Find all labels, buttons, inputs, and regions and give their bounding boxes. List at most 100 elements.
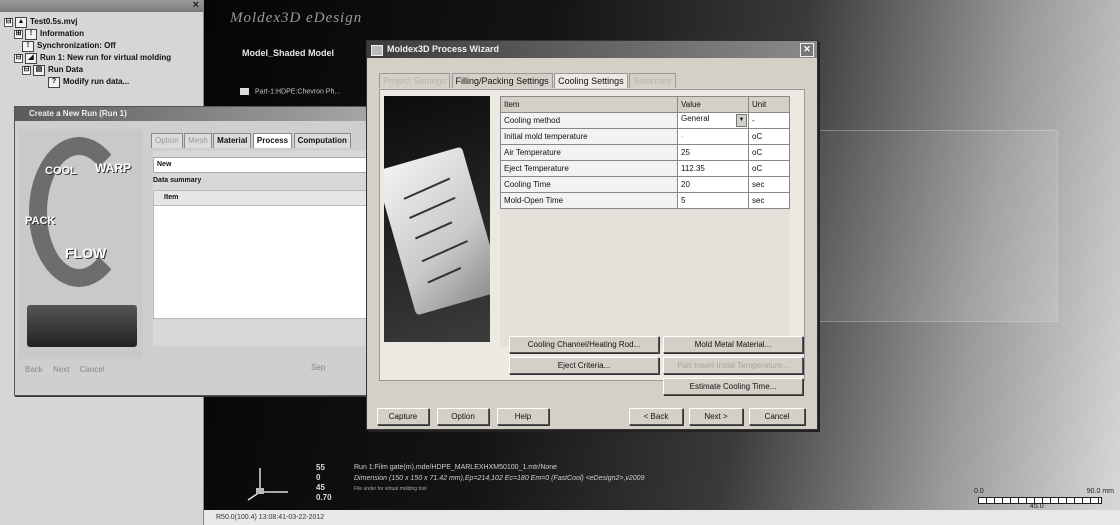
row-unit: - xyxy=(748,112,790,129)
wizard-titlebar[interactable]: Moldex3D Process Wizard ✕ xyxy=(367,41,817,58)
summary-grid-header: Item V xyxy=(153,190,381,206)
eject-temperature-field[interactable]: 112.35 xyxy=(677,160,749,177)
view-angle-readout: 55 0 45 0.70 xyxy=(316,463,332,503)
tree-item-label: Modify run data... xyxy=(63,77,130,86)
project-tree: ⊟ ▲ Test0.5s.mvj ⊞! Information ! Synchroniz… xyxy=(4,16,202,88)
tab-process[interactable]: Process xyxy=(252,133,293,148)
back-button[interactable]: < Back xyxy=(629,408,683,425)
new-run-titlebar[interactable]: Create a New Run (Run 1) xyxy=(15,107,381,121)
part-legend-text: Part-1:HDPE:Chevron Ph... xyxy=(255,88,341,96)
tree-item-label: Run 1: New run for virtual molding xyxy=(40,53,172,62)
mold-metal-material-button[interactable]: Mold Metal Material... xyxy=(663,336,803,353)
tree-panel-titlebar: × xyxy=(0,0,203,12)
separate-button[interactable]: Sep xyxy=(311,363,325,372)
chevron-down-icon[interactable]: ▼ xyxy=(736,114,747,127)
tree-item-synchronization[interactable]: ! Synchronization: Off xyxy=(4,40,202,52)
app-brand: Moldex3D eDesign xyxy=(230,10,363,26)
cooling-parameter-table: Item Value Unit Cooling method ▼ General … xyxy=(500,96,790,209)
part-color-swatch xyxy=(240,88,249,95)
status-bar: R50.0(100.4) 13:08:41-03-22-2012 xyxy=(204,510,1120,525)
film-part-shape xyxy=(384,146,490,316)
capture-button[interactable]: Capture xyxy=(377,408,429,425)
summary-grid[interactable] xyxy=(153,206,381,319)
tree-item-modify-run-data[interactable]: ? Modify run data... xyxy=(4,76,202,88)
table-row: Cooling method ▼ General - xyxy=(500,112,790,129)
help-icon: ? xyxy=(48,76,60,88)
air-temperature-field[interactable]: 25 xyxy=(677,144,749,161)
table-row: Eject Temperature 112.35 oC xyxy=(500,160,790,177)
data-icon: ▤ xyxy=(33,64,45,76)
axis-gizmo-icon xyxy=(247,468,288,501)
new-run-nav: Back Next Cancel xyxy=(25,365,113,374)
help-button[interactable]: Help xyxy=(497,408,549,425)
cooling-time-field[interactable]: 20 xyxy=(677,176,749,193)
eject-criteria-button[interactable]: Eject Criteria... xyxy=(509,357,659,374)
next-button[interactable]: Next xyxy=(53,365,69,374)
cooling-method-value: General xyxy=(681,114,710,123)
row-unit: sec xyxy=(748,176,790,193)
collapse-icon[interactable]: ⊟ xyxy=(22,65,31,75)
dialog-title: Create a New Run (Run 1) xyxy=(29,109,127,118)
tab-cooling-settings[interactable]: Cooling Settings xyxy=(554,73,628,88)
expand-icon[interactable]: ⊞ xyxy=(14,29,23,39)
tree-item-label: Information xyxy=(40,29,84,38)
scale-bar: 0.0 90.0 mm 45.0 xyxy=(974,488,1114,510)
row-item-cooling-time: Cooling Time xyxy=(500,176,678,193)
tree-item-label: Run Data xyxy=(48,65,84,74)
row-item-mold-open-time: Mold-Open Time xyxy=(500,192,678,209)
tab-project-settings[interactable]: Project Settings xyxy=(379,73,451,88)
data-summary-label: Data summary xyxy=(153,177,202,184)
tree-item-run-data[interactable]: ⊟ ▤ Run Data xyxy=(4,64,202,76)
part-legend: Part-1:HDPE:Chevron Ph... xyxy=(240,88,340,95)
close-icon[interactable]: × xyxy=(193,0,199,11)
status-text: R50.0(100.4) 13:08:41-03-22-2012 xyxy=(216,514,325,521)
new-run-tabs: Option Mesh Material Process Computation xyxy=(151,133,351,149)
view-angle-value: 0 xyxy=(316,473,321,482)
run-name-field[interactable]: New xyxy=(153,157,381,173)
new-run-dialog: Create a New Run (Run 1) COOL WARP PACK … xyxy=(14,106,382,396)
option-button[interactable]: Option xyxy=(437,408,489,425)
collapse-icon[interactable]: ⊟ xyxy=(4,17,13,27)
estimate-cooling-time-button[interactable]: Estimate Cooling Time... xyxy=(663,378,803,395)
tree-item-run-1[interactable]: ⊟ ◢ Run 1: New run for virtual molding xyxy=(4,52,202,64)
scale-max-label: 90.0 mm xyxy=(1086,488,1114,495)
column-header-item: Item xyxy=(500,96,678,113)
view-angle-value: 55 xyxy=(316,463,325,472)
tab-mesh[interactable]: Mesh xyxy=(184,133,212,148)
cancel-button[interactable]: Cancel xyxy=(80,365,105,374)
table-row: Mold-Open Time 5 sec xyxy=(500,192,790,209)
cancel-button[interactable]: Cancel xyxy=(749,408,805,425)
collapse-icon[interactable]: ⊟ xyxy=(14,53,23,63)
tab-option[interactable]: Option xyxy=(151,133,183,148)
table-row: Cooling Time 20 sec xyxy=(500,176,790,193)
next-button[interactable]: Next > xyxy=(689,408,743,425)
tree-item-project[interactable]: ⊟ ▲ Test0.5s.mvj xyxy=(4,16,202,28)
tab-computation[interactable]: Computation xyxy=(293,133,351,148)
wizard-title: Moldex3D Process Wizard xyxy=(387,44,499,54)
mold-open-time-field[interactable]: 5 xyxy=(677,192,749,209)
row-unit: sec xyxy=(748,192,790,209)
art-word: WARP xyxy=(95,161,131,175)
run-icon: ◢ xyxy=(25,52,37,64)
dimension-line: Dimension (150 x 150 x 71.42 mm),Ep=214,… xyxy=(354,475,645,482)
row-unit: oC xyxy=(748,144,790,161)
tree-item-information[interactable]: ⊞! Information xyxy=(4,28,202,40)
cooling-channel-button[interactable]: Cooling Channel/Heating Rod... xyxy=(509,336,659,353)
cooling-method-select[interactable]: ▼ General xyxy=(677,112,749,129)
close-icon[interactable]: ✕ xyxy=(800,43,814,57)
new-run-content: New Data summary Item V xyxy=(153,151,381,346)
grid-header-item: Item xyxy=(164,194,179,201)
molding-machine-icon xyxy=(27,305,137,347)
info-icon: ! xyxy=(25,28,37,40)
row-unit: oC xyxy=(748,160,790,177)
tab-filling-packing-settings[interactable]: Filling/Packing Settings xyxy=(451,73,553,88)
back-button[interactable]: Back xyxy=(25,365,43,374)
project-icon: ▲ xyxy=(15,16,27,28)
row-item-eject-temperature: Eject Temperature xyxy=(500,160,678,177)
tab-summary[interactable]: Summary xyxy=(629,73,676,88)
run-file-line: Run 1:Film gate(m).mde/HDPE_MARLEXHXM501… xyxy=(354,464,558,471)
molded-film-image xyxy=(384,96,490,342)
cycle-arrow-icon xyxy=(29,137,129,287)
initial-mold-temperature-field: - xyxy=(677,128,749,145)
tab-material[interactable]: Material xyxy=(213,133,252,148)
